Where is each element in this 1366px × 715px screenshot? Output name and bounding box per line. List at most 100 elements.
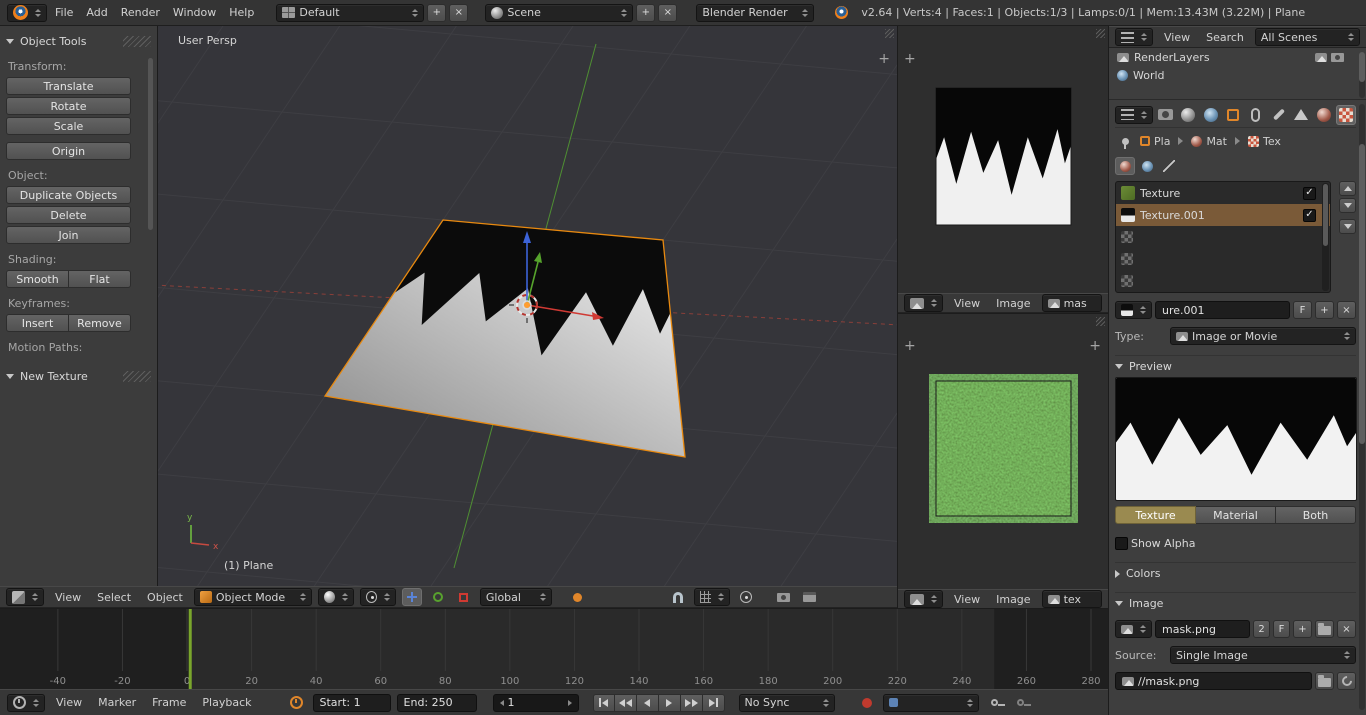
texture-browse-dropdown[interactable] <box>1115 301 1152 319</box>
jump-to-start-button[interactable] <box>592 693 615 712</box>
increment-frame-icon[interactable] <box>567 699 572 706</box>
tab-material[interactable] <box>1314 105 1334 125</box>
scene-dropdown[interactable]: Scene <box>485 3 634 22</box>
image-source-dropdown[interactable]: Single Image <box>1170 646 1356 664</box>
jump-to-end-button[interactable] <box>702 693 725 712</box>
panel-drag-hatch[interactable] <box>123 35 151 47</box>
texture-enabled-checkbox[interactable] <box>1303 208 1316 222</box>
preview-range-icon[interactable] <box>287 694 307 712</box>
current-frame-field[interactable]: 1 <box>492 693 579 712</box>
slot-specials-menu-button[interactable] <box>1339 219 1356 234</box>
area-corner-grip[interactable] <box>885 29 894 38</box>
pin-icon[interactable] <box>1115 132 1135 150</box>
duplicate-objects-button[interactable]: Duplicate Objects <box>6 186 131 204</box>
translate-button[interactable]: Translate <box>6 77 131 95</box>
breadcrumb-texture[interactable]: Tex <box>1247 135 1281 148</box>
menu-view[interactable]: View <box>51 696 87 709</box>
delete-screen-layout-button[interactable]: × <box>449 3 469 22</box>
image-users-button[interactable]: 2 <box>1253 620 1270 638</box>
timeline-track[interactable]: -40 -20 0 20 40 60 80 100 120 140 160 180 200 220 240 2… <box>0 608 1108 689</box>
menu-view[interactable]: View <box>949 593 985 606</box>
editor-type-dropdown[interactable] <box>7 693 45 712</box>
preview-panel-header[interactable]: Preview <box>1115 355 1356 377</box>
texture-name-field[interactable]: ure.001 <box>1155 301 1290 319</box>
manipulator-rotate-icon[interactable] <box>428 588 448 606</box>
tab-object-data[interactable] <box>1291 105 1311 125</box>
texture-slot-0[interactable]: Texture <box>1116 182 1330 204</box>
texture-context-material-icon[interactable] <box>1115 157 1135 175</box>
reload-image-button[interactable] <box>1337 672 1356 690</box>
editor-type-dropdown[interactable] <box>6 588 44 606</box>
delete-keyframe-icon[interactable] <box>1011 694 1032 712</box>
menu-view[interactable]: View <box>50 591 86 604</box>
snap-magnet-icon[interactable] <box>668 588 688 606</box>
texture-slot-4[interactable] <box>1116 270 1330 292</box>
scale-button[interactable]: Scale <box>6 117 131 135</box>
menu-marker[interactable]: Marker <box>93 696 141 709</box>
restrict-render-icon[interactable] <box>1315 52 1327 62</box>
tab-render[interactable] <box>1156 105 1176 125</box>
previous-keyframe-button[interactable] <box>614 693 637 712</box>
tab-texture[interactable] <box>1336 104 1357 125</box>
region-expand-icon[interactable]: + <box>1089 339 1101 353</box>
list-scrollbar[interactable] <box>1322 183 1329 291</box>
properties-scrollbar[interactable] <box>1359 104 1365 710</box>
opengl-render-anim-icon[interactable] <box>800 588 820 606</box>
menu-image[interactable]: Image <box>991 593 1035 606</box>
play-reverse-button[interactable] <box>636 693 659 712</box>
menu-help[interactable]: Help <box>224 6 259 19</box>
region-expand-icon[interactable]: + <box>904 52 916 66</box>
texture-type-dropdown[interactable]: Image or Movie <box>1170 327 1356 345</box>
menu-playback[interactable]: Playback <box>197 696 256 709</box>
new-texture-button[interactable]: + <box>1315 301 1334 319</box>
menu-view[interactable]: View <box>949 297 985 310</box>
menu-view[interactable]: View <box>1159 31 1195 44</box>
smooth-button[interactable]: Smooth <box>6 270 69 288</box>
texture-context-brush-icon[interactable] <box>1159 157 1179 175</box>
menu-window[interactable]: Window <box>168 6 221 19</box>
tab-world[interactable] <box>1201 105 1221 125</box>
show-alpha-checkbox[interactable] <box>1115 536 1128 550</box>
proportional-edit-icon[interactable] <box>568 588 588 606</box>
remove-keyframe-button[interactable]: Remove <box>69 314 131 332</box>
fake-user-button[interactable]: F <box>1293 301 1312 319</box>
render-engine-dropdown[interactable]: Blender Render <box>696 3 815 22</box>
area-corner-grip[interactable] <box>1096 317 1105 326</box>
outliner-scope-dropdown[interactable]: All Scenes <box>1254 28 1360 46</box>
viewport-shading-dropdown[interactable] <box>317 588 354 606</box>
mode-dropdown[interactable]: Object Mode <box>193 588 312 606</box>
pivot-dropdown[interactable] <box>359 588 396 606</box>
menu-object[interactable]: Object <box>142 591 188 604</box>
flat-button[interactable]: Flat <box>69 270 131 288</box>
image-fake-user-button[interactable]: F <box>1273 620 1290 638</box>
screen-layout-dropdown[interactable]: Default <box>276 3 425 22</box>
play-button[interactable] <box>658 693 681 712</box>
object-tools-panel-header[interactable]: Object Tools <box>6 31 151 51</box>
restrict-camera-icon[interactable] <box>1331 52 1344 62</box>
snap-element-dropdown[interactable] <box>693 588 730 606</box>
orientation-dropdown[interactable]: Global <box>479 588 552 606</box>
sync-mode-dropdown[interactable]: No Sync <box>738 693 835 712</box>
image-panel-header[interactable]: Image <box>1115 592 1356 614</box>
add-screen-layout-button[interactable]: + <box>427 3 447 22</box>
uv-canvas-top[interactable]: + <box>898 26 1108 293</box>
viewport-3d[interactable]: yx User Persp (1) Plane + <box>158 26 897 586</box>
outliner-scrollbar[interactable] <box>1359 52 1365 98</box>
menu-select[interactable]: Select <box>92 591 136 604</box>
tab-modifiers[interactable] <box>1269 105 1289 125</box>
menu-file[interactable]: File <box>50 6 78 19</box>
manipulator-translate-icon[interactable] <box>401 588 422 606</box>
tool-shelf-scrollbar[interactable] <box>148 58 153 230</box>
info-editor-type-dropdown[interactable] <box>7 3 47 22</box>
menu-image[interactable]: Image <box>991 297 1035 310</box>
join-button[interactable]: Join <box>6 226 131 244</box>
unlink-texture-button[interactable]: × <box>1337 301 1356 319</box>
menu-render[interactable]: Render <box>116 6 165 19</box>
breadcrumb-material[interactable]: Mat <box>1191 135 1227 148</box>
tab-scene[interactable] <box>1179 105 1199 125</box>
open-image-button[interactable] <box>1315 620 1334 638</box>
insert-keyframe-icon[interactable] <box>985 694 1006 712</box>
outliner-row-renderlayers[interactable]: RenderLayers <box>1109 48 1366 66</box>
keying-set-dropdown[interactable] <box>882 693 979 712</box>
editor-type-dropdown[interactable] <box>904 590 943 608</box>
